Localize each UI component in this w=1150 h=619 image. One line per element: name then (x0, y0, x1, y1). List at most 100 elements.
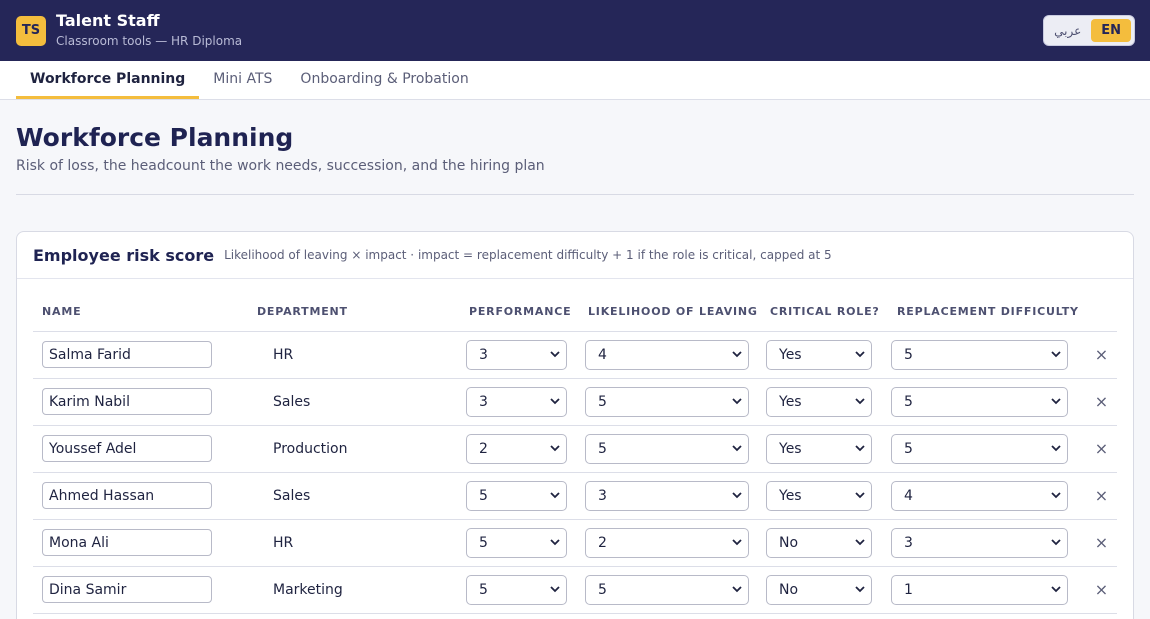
replacement-difficulty-select-value: 5 (904, 346, 913, 363)
page-title: Workforce Planning (16, 123, 294, 152)
chevron-down-icon (550, 585, 560, 595)
replacement-difficulty-select-value: 5 (904, 440, 913, 457)
replacement-difficulty-select[interactable]: 1 (891, 574, 1068, 605)
performance-select[interactable]: 3 (466, 339, 567, 370)
performance-select[interactable]: 5 (466, 527, 567, 558)
tab-mini-ats[interactable]: Mini ATS (199, 61, 286, 99)
likelihood-select[interactable]: 4 (585, 339, 749, 370)
card-note: Likelihood of leaving × impact · impact … (224, 248, 832, 262)
chevron-down-icon (1051, 585, 1061, 595)
table-row: Sales 5 3 Yes 4 × (33, 472, 1117, 520)
likelihood-select[interactable]: 5 (585, 574, 749, 605)
employee-name-input[interactable] (42, 576, 212, 603)
employee-name-input[interactable] (42, 529, 212, 556)
performance-select[interactable]: 3 (466, 386, 567, 417)
page-subtitle: Risk of loss, the headcount the work nee… (16, 158, 545, 174)
remove-row-button[interactable]: × (1086, 472, 1117, 520)
department-cell: HR (257, 331, 465, 379)
performance-select-value: 2 (479, 440, 488, 457)
performance-select[interactable]: 2 (466, 433, 567, 464)
replacement-difficulty-select[interactable]: 5 (891, 386, 1068, 417)
app-name: Talent Staff (56, 11, 160, 30)
divider (16, 194, 1134, 195)
likelihood-select-value: 4 (598, 346, 607, 363)
performance-select[interactable]: 5 (466, 574, 567, 605)
chevron-down-icon (732, 444, 742, 454)
col-header-actions (1086, 279, 1117, 332)
critical-role-select[interactable]: Yes (766, 339, 872, 370)
critical-role-select[interactable]: Yes (766, 433, 872, 464)
col-header-critical: CRITICAL ROLE? (766, 279, 891, 332)
department-cell: Sales (257, 378, 465, 426)
tab-workforce-planning[interactable]: Workforce Planning (16, 61, 200, 99)
remove-row-button[interactable]: × (1086, 378, 1117, 426)
chevron-down-icon (732, 491, 742, 501)
critical-role-select-value: Yes (779, 487, 802, 504)
replacement-difficulty-select[interactable]: 4 (891, 480, 1068, 511)
chevron-down-icon (1051, 491, 1061, 501)
critical-role-select-value: No (779, 581, 799, 598)
critical-role-select-value: No (779, 534, 799, 551)
table-header-row: NAME DEPARTMENT PERFORMANCE LIKELIHOOD O… (33, 279, 1117, 332)
chevron-down-icon (1051, 350, 1061, 360)
replacement-difficulty-select[interactable]: 5 (891, 433, 1068, 464)
department-cell: HR (257, 519, 465, 567)
chevron-down-icon (550, 350, 560, 360)
lang-english-button[interactable]: EN (1091, 19, 1131, 42)
likelihood-select[interactable]: 2 (585, 527, 749, 558)
likelihood-select[interactable]: 5 (585, 386, 749, 417)
likelihood-select[interactable]: 5 (585, 433, 749, 464)
remove-row-button[interactable]: × (1086, 519, 1117, 567)
critical-role-select[interactable]: Yes (766, 480, 872, 511)
remove-row-button[interactable]: × (1086, 331, 1117, 379)
main-tabs: Workforce Planning Mini ATS Onboarding &… (0, 61, 1150, 100)
replacement-difficulty-select-value: 5 (904, 393, 913, 410)
employee-name-input[interactable] (42, 388, 212, 415)
language-switcher: عربي EN (1043, 15, 1135, 46)
chevron-down-icon (855, 491, 865, 501)
chevron-down-icon (732, 538, 742, 548)
likelihood-select[interactable]: 3 (585, 480, 749, 511)
critical-role-select-value: Yes (779, 440, 802, 457)
likelihood-select-value: 3 (598, 487, 607, 504)
critical-role-select[interactable]: Yes (766, 386, 872, 417)
likelihood-select-value: 2 (598, 534, 607, 551)
lang-arabic-button[interactable]: عربي (1054, 24, 1081, 38)
employee-name-input[interactable] (42, 341, 212, 368)
chevron-down-icon (1051, 397, 1061, 407)
col-header-performance: PERFORMANCE (465, 279, 584, 332)
remove-row-button[interactable]: × (1086, 566, 1117, 614)
critical-role-select-value: Yes (779, 393, 802, 410)
table-row: HR 3 4 Yes 5 × (33, 331, 1117, 379)
performance-select-value: 5 (479, 534, 488, 551)
page-header: Workforce Planning Risk of loss, the hea… (0, 100, 1150, 174)
chevron-down-icon (1051, 538, 1061, 548)
tab-onboarding-probation[interactable]: Onboarding & Probation (286, 61, 482, 99)
table-row: HR 5 2 No 3 × (33, 519, 1117, 567)
employee-name-input[interactable] (42, 435, 212, 462)
remove-row-button[interactable]: × (1086, 425, 1117, 473)
app-logo: TS (16, 15, 46, 46)
likelihood-select-value: 5 (598, 393, 607, 410)
col-header-replacement: REPLACEMENT DIFFICULTY (891, 279, 1086, 332)
critical-role-select-value: Yes (779, 346, 802, 363)
chevron-down-icon (855, 585, 865, 595)
performance-select-value: 5 (479, 487, 488, 504)
performance-select-value: 3 (479, 393, 488, 410)
likelihood-select-value: 5 (598, 581, 607, 598)
department-cell: Production (257, 425, 465, 473)
department-cell: Sales (257, 472, 465, 520)
performance-select-value: 5 (479, 581, 488, 598)
replacement-difficulty-select[interactable]: 5 (891, 339, 1068, 370)
performance-select-value: 3 (479, 346, 488, 363)
replacement-difficulty-select[interactable]: 3 (891, 527, 1068, 558)
critical-role-select[interactable]: No (766, 527, 872, 558)
performance-select[interactable]: 5 (466, 480, 567, 511)
chevron-down-icon (550, 538, 560, 548)
chevron-down-icon (732, 585, 742, 595)
critical-role-select[interactable]: No (766, 574, 872, 605)
likelihood-select-value: 5 (598, 440, 607, 457)
employee-name-input[interactable] (42, 482, 212, 509)
app-header: TS Talent Staff Classroom tools — HR Dip… (0, 0, 1150, 61)
chevron-down-icon (855, 397, 865, 407)
